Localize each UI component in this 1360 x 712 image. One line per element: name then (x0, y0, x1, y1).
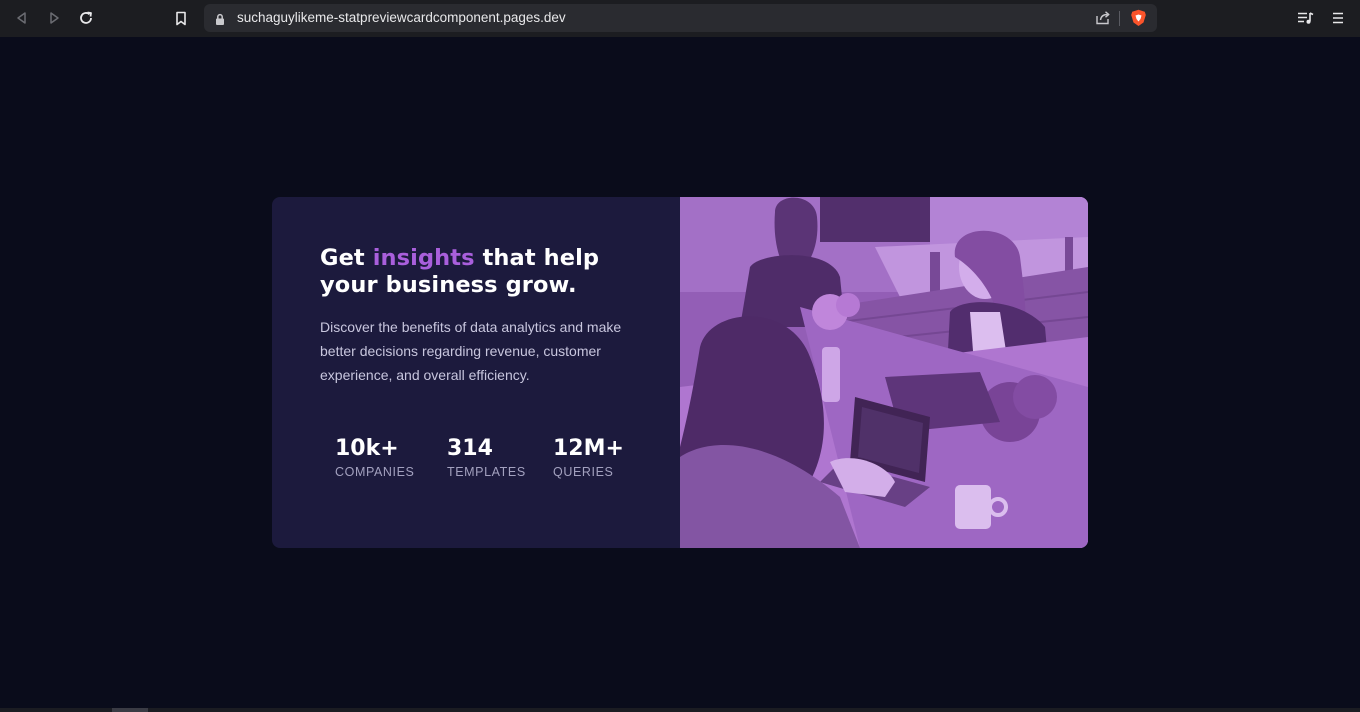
reload-icon[interactable] (74, 6, 98, 30)
playlist-icon[interactable] (1293, 6, 1317, 30)
address-separator (1119, 11, 1120, 26)
header-image (680, 197, 1088, 548)
stat-label: QUERIES (553, 465, 614, 479)
browser-toolbar: suchaguylikeme-statpreviewcardcomponent.… (0, 0, 1360, 37)
card-description: Discover the benefits of data analytics … (320, 319, 622, 383)
card-content: Get insights that help your business gro… (272, 197, 680, 548)
headline-accent: insights (372, 245, 475, 271)
horizontal-scrollbar[interactable] (0, 708, 1360, 712)
office-photo-illustration (680, 197, 1088, 548)
stat-queries: 12M+ QUERIES (553, 436, 624, 479)
back-arrow-icon[interactable] (10, 6, 34, 30)
headline-prefix: Get (320, 245, 373, 271)
stat-value: 12M+ (553, 436, 624, 461)
brave-shield-icon[interactable] (1130, 9, 1147, 31)
share-icon[interactable] (1095, 10, 1111, 29)
stat-label: COMPANIES (335, 465, 415, 479)
stats-preview-card: Get insights that help your business gro… (272, 197, 1088, 548)
stat-label: TEMPLATES (447, 465, 526, 479)
stat-value: 314 (447, 436, 493, 461)
card-headline: Get insights that help your business gro… (320, 245, 640, 299)
menu-icon[interactable] (1326, 6, 1350, 30)
stat-templates: 314 TEMPLATES (447, 436, 526, 479)
stat-value: 10k+ (335, 436, 399, 461)
scrollbar-thumb[interactable] (112, 708, 148, 712)
forward-arrow-icon[interactable] (42, 6, 66, 30)
lock-icon (215, 11, 225, 30)
address-bar[interactable]: suchaguylikeme-statpreviewcardcomponent.… (204, 4, 1157, 32)
stat-companies: 10k+ COMPANIES (335, 436, 415, 479)
url-text[interactable]: suchaguylikeme-statpreviewcardcomponent.… (237, 10, 566, 25)
bookmark-icon[interactable] (169, 6, 193, 30)
